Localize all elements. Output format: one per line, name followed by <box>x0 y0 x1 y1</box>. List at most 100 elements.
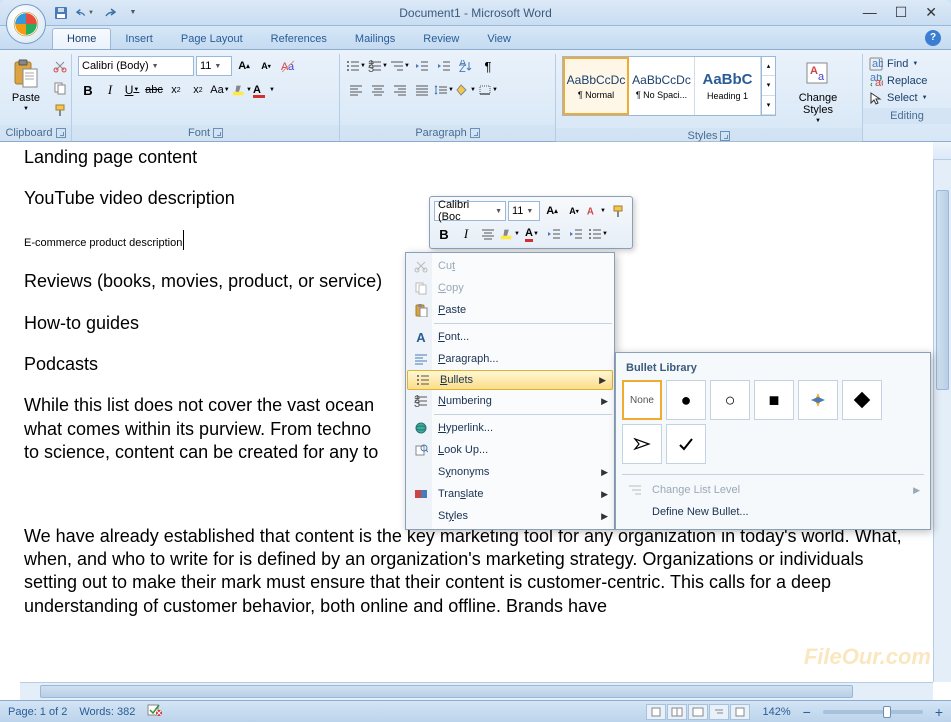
ctx-styles[interactable]: Styles▶ <box>406 505 614 527</box>
align-right-icon[interactable] <box>390 80 410 100</box>
mini-styles-icon[interactable]: A▼ <box>586 201 606 221</box>
draft-view[interactable] <box>730 704 750 720</box>
zoom-level[interactable]: 142% <box>762 706 790 718</box>
mini-highlight-icon[interactable]: ▼ <box>500 224 520 244</box>
print-layout-view[interactable] <box>646 704 666 720</box>
tab-home[interactable]: Home <box>52 28 111 49</box>
qat-dropdown-icon[interactable]: ▼ <box>124 4 142 22</box>
ctx-font[interactable]: AFont... <box>406 326 614 348</box>
subscript-icon[interactable]: x2 <box>166 80 186 100</box>
redo-icon[interactable] <box>100 4 118 22</box>
ctx-translate[interactable]: Translate▶ <box>406 483 614 505</box>
paragraph-dialog-launcher[interactable] <box>470 128 480 138</box>
ctx-paragraph[interactable]: Paragraph... <box>406 348 614 370</box>
ctx-cut[interactable]: Cut <box>406 255 614 277</box>
style-no-spacing[interactable]: AaBbCcDc¶ No Spaci... <box>629 57 695 115</box>
mini-font-combo[interactable]: Calibri (Boc▼ <box>434 201 506 221</box>
vertical-scrollbar[interactable] <box>933 160 951 682</box>
mini-shrink-font-icon[interactable]: A▾ <box>564 201 584 221</box>
style-scroll-up[interactable]: ▴ <box>762 57 775 76</box>
font-color-icon[interactable]: A▼ <box>254 80 274 100</box>
web-layout-view[interactable] <box>688 704 708 720</box>
office-button[interactable] <box>6 4 46 44</box>
tab-insert[interactable]: Insert <box>111 29 167 49</box>
bullet-disc[interactable]: ● <box>666 380 706 420</box>
borders-icon[interactable]: ▼ <box>478 80 498 100</box>
line-spacing-icon[interactable]: ▼ <box>434 80 454 100</box>
mini-decrease-indent-icon[interactable] <box>544 224 564 244</box>
mini-bold-icon[interactable]: B <box>434 224 454 244</box>
cut-icon[interactable] <box>50 56 70 76</box>
tab-mailings[interactable]: Mailings <box>341 29 409 49</box>
find-button[interactable]: abFind▼ <box>867 56 947 72</box>
close-icon[interactable]: ✕ <box>925 4 937 21</box>
sort-icon[interactable]: AZ <box>456 56 476 76</box>
superscript-icon[interactable]: x2 <box>188 80 208 100</box>
ctx-copy[interactable]: Copy <box>406 277 614 299</box>
multilevel-icon[interactable]: ▼ <box>390 56 410 76</box>
ctx-paste[interactable]: Paste <box>406 299 614 321</box>
copy-icon[interactable] <box>50 78 70 98</box>
help-icon[interactable]: ? <box>925 30 941 46</box>
bold-icon[interactable]: B <box>78 80 98 100</box>
ctx-numbering[interactable]: 123Numbering▶ <box>406 390 614 412</box>
ctx-hyperlink[interactable]: Hyperlink... <box>406 417 614 439</box>
style-heading-1[interactable]: AaBbCHeading 1 <box>695 57 761 115</box>
underline-icon[interactable]: U▼ <box>122 80 142 100</box>
strikethrough-icon[interactable]: abc <box>144 80 164 100</box>
increase-indent-icon[interactable] <box>434 56 454 76</box>
styles-dialog-launcher[interactable] <box>720 131 730 141</box>
minimize-icon[interactable]: — <box>863 4 877 21</box>
mini-grow-font-icon[interactable]: A▴ <box>542 201 562 221</box>
bullet-square[interactable]: ■ <box>754 380 794 420</box>
font-size-combo[interactable]: 11▼ <box>196 56 232 76</box>
show-marks-icon[interactable]: ¶ <box>478 56 498 76</box>
zoom-slider[interactable] <box>823 710 923 714</box>
bullet-circle[interactable]: ○ <box>710 380 750 420</box>
justify-icon[interactable] <box>412 80 432 100</box>
mini-format-painter-icon[interactable] <box>608 201 628 221</box>
proofing-icon[interactable] <box>147 703 163 720</box>
mini-size-combo[interactable]: 11▼ <box>508 201 540 221</box>
change-list-level[interactable]: Change List Level▶ <box>622 479 924 501</box>
select-button[interactable]: Select▼ <box>867 90 947 106</box>
outline-view[interactable] <box>709 704 729 720</box>
tab-view[interactable]: View <box>473 29 525 49</box>
horizontal-scrollbar[interactable] <box>20 682 933 700</box>
maximize-icon[interactable]: ☐ <box>895 4 908 21</box>
highlight-icon[interactable]: ▼ <box>232 80 252 100</box>
italic-icon[interactable]: I <box>100 80 120 100</box>
style-scroll-down[interactable]: ▾ <box>762 76 775 95</box>
bullet-arrow[interactable] <box>622 424 662 464</box>
mini-italic-icon[interactable]: I <box>456 224 476 244</box>
ctx-lookup[interactable]: Look Up... <box>406 439 614 461</box>
style-normal[interactable]: AaBbCcDc¶ Normal <box>563 57 629 115</box>
ctx-bullets[interactable]: Bullets▶ <box>407 370 613 390</box>
clipboard-dialog-launcher[interactable] <box>56 128 66 138</box>
full-screen-view[interactable] <box>667 704 687 720</box>
mini-font-color-icon[interactable]: A▼ <box>522 224 542 244</box>
replace-button[interactable]: abacReplace <box>867 73 947 89</box>
zoom-out-icon[interactable]: − <box>803 704 811 720</box>
format-painter-icon[interactable] <box>50 100 70 120</box>
change-styles-button[interactable]: Aa Change Styles▼ <box>780 56 856 126</box>
style-scroll-more[interactable]: ▾ <box>762 96 775 115</box>
tab-page-layout[interactable]: Page Layout <box>167 29 257 49</box>
numbering-icon[interactable]: 123▼ <box>368 56 388 76</box>
ctx-synonyms[interactable]: Synonyms▶ <box>406 461 614 483</box>
bullet-check[interactable] <box>666 424 706 464</box>
bullet-none[interactable]: None <box>622 380 662 420</box>
word-count[interactable]: Words: 382 <box>79 706 135 718</box>
save-icon[interactable] <box>52 4 70 22</box>
align-center-icon[interactable] <box>368 80 388 100</box>
shading-icon[interactable]: ▼ <box>456 80 476 100</box>
bullet-4diamond[interactable] <box>798 380 838 420</box>
style-gallery[interactable]: AaBbCcDc¶ Normal AaBbCcDc¶ No Spaci... A… <box>562 56 776 116</box>
font-family-combo[interactable]: Calibri (Body)▼ <box>78 56 194 76</box>
page-status[interactable]: Page: 1 of 2 <box>8 706 67 718</box>
mini-bullets-icon[interactable]: ▼ <box>588 224 608 244</box>
zoom-in-icon[interactable]: + <box>935 704 943 720</box>
decrease-indent-icon[interactable] <box>412 56 432 76</box>
define-new-bullet[interactable]: Define New Bullet... <box>622 501 924 523</box>
paste-button[interactable]: Paste ▼ <box>6 56 46 114</box>
